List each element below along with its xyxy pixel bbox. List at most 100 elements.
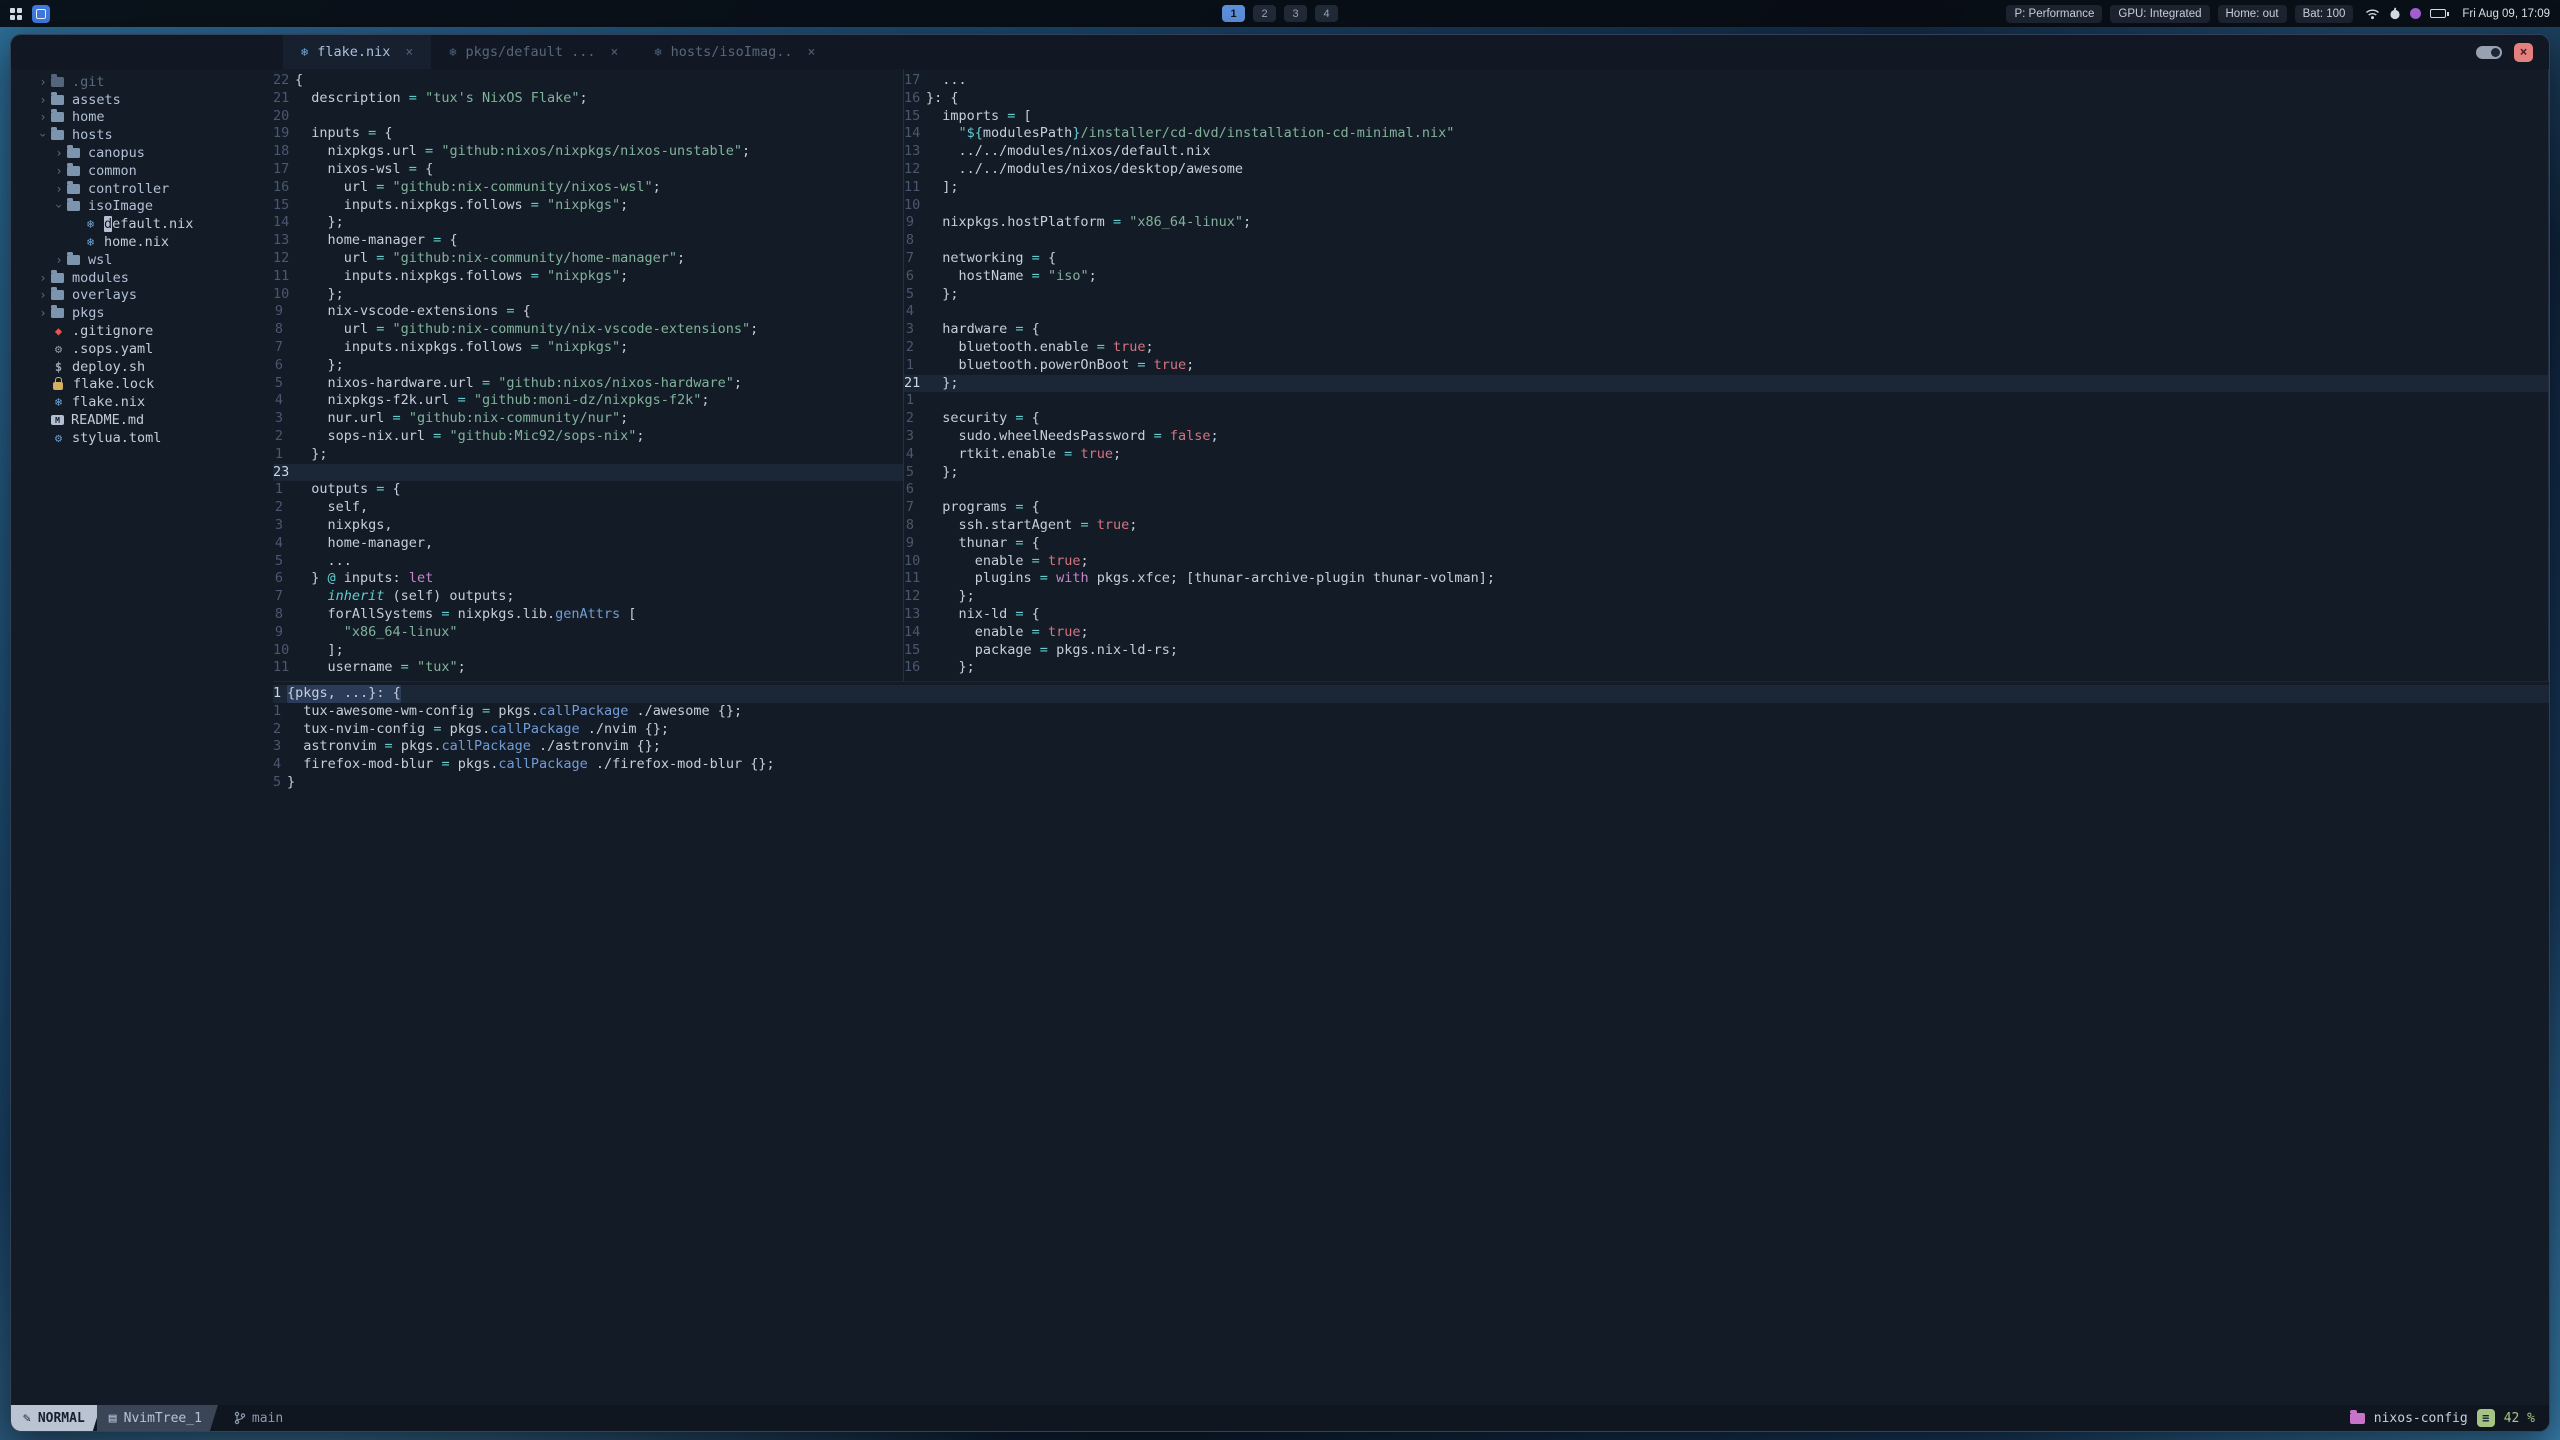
workspace-button-4[interactable]: 4 xyxy=(1315,5,1338,22)
code-line[interactable]: 23 xyxy=(273,463,903,482)
code-line[interactable]: 11 ]; xyxy=(904,179,2548,197)
tree-item--sops-yaml[interactable]: ⚙ .sops.yaml xyxy=(11,340,273,358)
code-line[interactable]: 4 rtkit.enable = true; xyxy=(904,446,2548,464)
code-line[interactable]: 2 tux-nvim-config = pkgs.callPackage ./n… xyxy=(273,721,2549,739)
tree-item-pkgs[interactable]: › pkgs xyxy=(11,304,273,322)
code-line[interactable]: 10 xyxy=(904,197,2548,215)
tree-item-stylua-toml[interactable]: ⚙ stylua.toml xyxy=(11,429,273,447)
code-line[interactable]: 14 enable = true; xyxy=(904,624,2548,642)
code-line[interactable]: 4 xyxy=(904,303,2548,321)
code-line[interactable]: 2 bluetooth.enable = true; xyxy=(904,339,2548,357)
workspace-button-1[interactable]: 1 xyxy=(1222,5,1245,22)
code-line[interactable]: 12 }; xyxy=(904,588,2548,606)
editor-flake-nix[interactable]: 22{21 description = "tux's NixOS Flake";… xyxy=(273,69,903,681)
code-line[interactable]: 21 }; xyxy=(904,374,2548,393)
code-line[interactable]: 7 programs = { xyxy=(904,499,2548,517)
code-line[interactable]: 16 }; xyxy=(904,659,2548,677)
code-line[interactable]: 1 xyxy=(904,392,2548,410)
code-line[interactable]: 3 astronvim = pkgs.callPackage ./astronv… xyxy=(273,738,2549,756)
code-line[interactable]: 3 sudo.wheelNeedsPassword = false; xyxy=(904,428,2548,446)
window-close-button[interactable]: × xyxy=(2514,42,2533,62)
code-line[interactable]: 2 security = { xyxy=(904,410,2548,428)
code-line[interactable]: 5 }; xyxy=(904,286,2548,304)
code-line[interactable]: 10 ]; xyxy=(273,642,903,660)
code-line[interactable]: 5} xyxy=(273,774,2549,792)
code-line[interactable]: 3 nixpkgs, xyxy=(273,517,903,535)
code-line[interactable]: 1 tux-awesome-wm-config = pkgs.callPacka… xyxy=(273,703,2549,721)
code-line[interactable]: 15 inputs.nixpkgs.follows = "nixpkgs"; xyxy=(273,197,903,215)
code-line[interactable]: 17 nixos-wsl = { xyxy=(273,161,903,179)
toggle-switch-icon[interactable] xyxy=(2476,45,2502,59)
code-line[interactable]: 8 forAllSystems = nixpkgs.lib.genAttrs [ xyxy=(273,606,903,624)
workspace-button-2[interactable]: 2 xyxy=(1253,5,1276,22)
code-line[interactable]: 3 nur.url = "github:nix-community/nur"; xyxy=(273,410,903,428)
code-line[interactable]: 7 networking = { xyxy=(904,250,2548,268)
tab-pkgs-default-[interactable]: ❄ pkgs/default ... × xyxy=(431,35,636,69)
tree-item-default-nix[interactable]: ❄ default.nix xyxy=(11,215,273,233)
code-line[interactable]: 4 firefox-mod-blur = pkgs.callPackage ./… xyxy=(273,756,2549,774)
code-line[interactable]: 9 nix-vscode-extensions = { xyxy=(273,303,903,321)
tab-close-icon[interactable]: × xyxy=(405,45,413,60)
code-line[interactable]: 1 }; xyxy=(273,446,903,464)
tree-item-flake-lock[interactable]: flake.lock xyxy=(11,376,273,394)
tree-item-home-nix[interactable]: ❄ home.nix xyxy=(11,233,273,251)
code-line[interactable]: 20 xyxy=(273,108,903,126)
tree-item-common[interactable]: › common xyxy=(11,162,273,180)
code-line[interactable]: 2 self, xyxy=(273,499,903,517)
tree-item-deploy-sh[interactable]: $ deploy.sh xyxy=(11,358,273,376)
tree-item-wsl[interactable]: › wsl xyxy=(11,251,273,269)
editor-pkgs-default-nix[interactable]: 1 {pkgs, ...}: {1 tux-awesome-wm-config =… xyxy=(273,681,2549,1405)
code-line[interactable]: 12 ../../modules/nixos/desktop/awesome xyxy=(904,161,2548,179)
tree-item-assets[interactable]: › assets xyxy=(11,91,273,109)
tree-item-hosts[interactable]: › hosts xyxy=(11,126,273,144)
code-line[interactable]: 9 "x86_64-linux" xyxy=(273,624,903,642)
code-line[interactable]: 13 nix-ld = { xyxy=(904,606,2548,624)
tab-close-icon[interactable]: × xyxy=(807,45,815,60)
code-line[interactable]: 4 home-manager, xyxy=(273,535,903,553)
code-line[interactable]: 8 url = "github:nix-community/nix-vscode… xyxy=(273,321,903,339)
code-line[interactable]: 6 xyxy=(904,481,2548,499)
code-line[interactable]: 6 }; xyxy=(273,357,903,375)
tree-item-overlays[interactable]: › overlays xyxy=(11,287,273,305)
code-line[interactable]: 10 enable = true; xyxy=(904,553,2548,571)
code-line[interactable]: 7 inherit (self) outputs; xyxy=(273,588,903,606)
launcher-icon[interactable] xyxy=(32,4,50,23)
code-line[interactable]: 2 sops-nix.url = "github:Mic92/sops-nix"… xyxy=(273,428,903,446)
code-line[interactable]: 22 { xyxy=(273,72,903,90)
code-line[interactable]: 5 ... xyxy=(273,553,903,571)
code-line[interactable]: 5 nixos-hardware.url = "github:nixos/nix… xyxy=(273,375,903,393)
workspace-button-3[interactable]: 3 xyxy=(1284,5,1307,22)
code-line[interactable]: 15 package = pkgs.nix-ld-rs; xyxy=(904,642,2548,660)
code-line[interactable]: 21 description = "tux's NixOS Flake"; xyxy=(273,90,903,108)
tree-item-home[interactable]: › home xyxy=(11,109,273,127)
code-line[interactable]: 13 home-manager = { xyxy=(273,232,903,250)
code-line[interactable]: 14 "${modulesPath}/installer/cd-dvd/inst… xyxy=(904,125,2548,143)
code-line[interactable]: 16}: { xyxy=(904,90,2548,108)
app-menu-icon[interactable] xyxy=(10,7,22,20)
code-line[interactable]: 5 }; xyxy=(904,464,2548,482)
code-line[interactable]: 3 hardware = { xyxy=(904,321,2548,339)
code-line[interactable]: 6 } @ inputs: let xyxy=(273,570,903,588)
code-line[interactable]: 15 imports = [ xyxy=(904,108,2548,126)
code-line[interactable]: 11 inputs.nixpkgs.follows = "nixpkgs"; xyxy=(273,268,903,286)
code-line[interactable]: 14 }; xyxy=(273,214,903,232)
code-line[interactable]: 8 xyxy=(904,232,2548,250)
code-line[interactable]: 1 outputs = { xyxy=(273,481,903,499)
tab-hosts-isoimag-[interactable]: ❄ hosts/isoImag.. × xyxy=(636,35,833,69)
code-line[interactable]: 9 nixpkgs.hostPlatform = "x86_64-linux"; xyxy=(904,214,2548,232)
code-line[interactable]: 9 thunar = { xyxy=(904,535,2548,553)
editor-hosts-isoimage-default-nix[interactable]: 17 ... 16}: {15 imports = [14 "${modulesP… xyxy=(904,69,2549,681)
code-line[interactable]: 17 ... xyxy=(904,72,2548,90)
code-line[interactable]: 7 inputs.nixpkgs.follows = "nixpkgs"; xyxy=(273,339,903,357)
tree-item-controller[interactable]: › controller xyxy=(11,180,273,198)
tree-item-readme-md[interactable]: M README.md xyxy=(11,411,273,429)
code-line[interactable]: 1 {pkgs, ...}: { xyxy=(273,685,2549,703)
tab-flake-nix[interactable]: ❄ flake.nix × xyxy=(283,35,432,69)
code-line[interactable]: 11 username = "tux"; xyxy=(273,659,903,677)
tree-item-canopus[interactable]: › canopus xyxy=(11,144,273,162)
code-line[interactable]: 4 nixpkgs-f2k.url = "github:moni-dz/nixp… xyxy=(273,392,903,410)
code-line[interactable]: 10 }; xyxy=(273,286,903,304)
code-line[interactable]: 1 bluetooth.powerOnBoot = true; xyxy=(904,357,2548,375)
tree-item-isoimage[interactable]: › isoImage xyxy=(11,198,273,216)
tab-close-icon[interactable]: × xyxy=(611,45,619,60)
